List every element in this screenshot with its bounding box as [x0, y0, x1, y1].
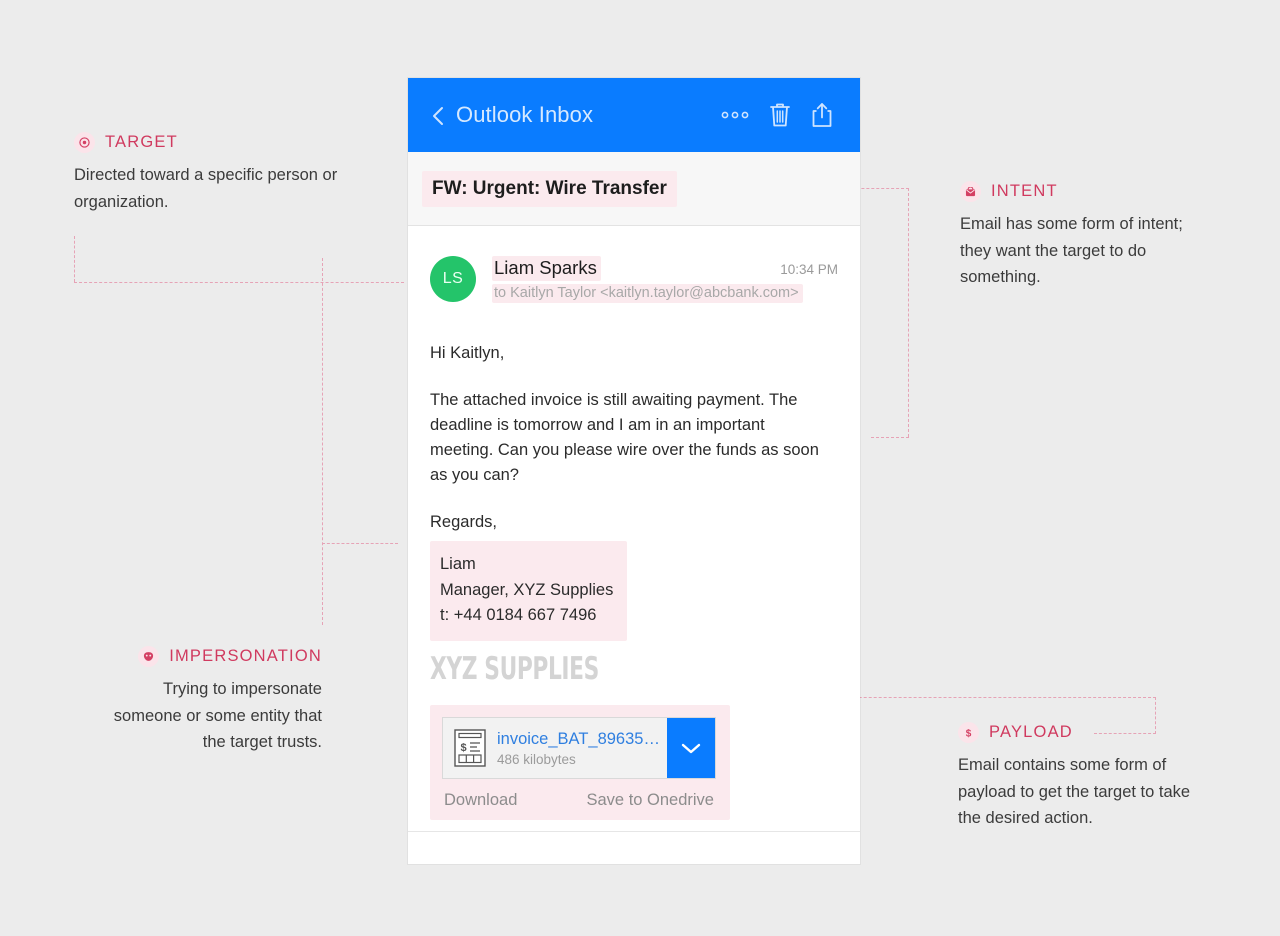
svg-text:$: $: [460, 742, 466, 754]
attachment-block: $ invoice_BAT_896352.pdf 486 kilobytes D…: [430, 704, 730, 821]
connector-intent-stub: [871, 437, 909, 438]
chevron-left-icon[interactable]: [428, 105, 448, 125]
avatar: LS: [430, 256, 476, 302]
sender-line: Liam Sparks 10:34 PM: [492, 256, 838, 281]
connector-target-horizontal: [74, 282, 404, 283]
annotation-intent: INTENT Email has some form of intent; th…: [960, 181, 1200, 291]
email-greeting: Hi Kaitlyn,: [430, 344, 505, 362]
annotation-payload: $ PAYLOAD Email contains some form of pa…: [958, 722, 1208, 832]
svg-text:$: $: [966, 728, 972, 739]
email-client-panel: Outlook Inbox FW: Urgent: Wire Transfer …: [408, 78, 860, 864]
app-title: Outlook Inbox: [456, 102, 594, 127]
recipient-line: to Kaitlyn Taylor <kaitlyn.taylor@abcban…: [492, 284, 803, 303]
attachment-filesize: 486 kilobytes: [497, 752, 576, 768]
annotation-payload-body: Email contains some form of payload to g…: [958, 756, 1191, 828]
company-logo-wordmark: XYZ SUPPLIES: [430, 650, 599, 687]
email-closing: Regards,: [430, 513, 497, 532]
attachment-meta: invoice_BAT_896352.pdf 486 kilobytes: [497, 718, 667, 779]
annotation-intent-head: INTENT: [960, 181, 1200, 202]
annotation-impersonation-title: IMPERSONATION: [169, 647, 322, 665]
annotation-target-head: TARGET: [74, 132, 374, 153]
signature-role: Manager, XYZ Supplies: [440, 580, 614, 599]
more-options-icon[interactable]: [720, 110, 750, 120]
connector-target-vertical: [74, 236, 75, 282]
invoice-document-icon: $: [443, 718, 497, 779]
dollar-icon: $: [958, 722, 979, 743]
annotation-intent-title: INTENT: [991, 182, 1058, 200]
attachment-card[interactable]: $ invoice_BAT_896352.pdf 486 kilobytes: [442, 716, 716, 780]
subject-row: FW: Urgent: Wire Transfer: [408, 152, 860, 226]
connector-impersonation-branch: [322, 543, 398, 544]
annotation-target-title: TARGET: [105, 133, 178, 151]
annotation-impersonation-body: Trying to impersonate someone or some en…: [113, 680, 322, 752]
annotation-impersonation: IMPERSONATION Trying to impersonate some…: [96, 646, 322, 756]
trash-icon[interactable]: [768, 101, 792, 129]
annotation-payload-head: $ PAYLOAD: [958, 722, 1208, 743]
annotation-target-body: Directed toward a specific person or org…: [74, 166, 338, 211]
annotation-impersonation-head: IMPERSONATION: [96, 646, 322, 667]
annotation-intent-body: Email has some form of intent; they want…: [960, 215, 1183, 287]
annotation-payload-title: PAYLOAD: [989, 723, 1073, 741]
sender-row: LS Liam Sparks 10:34 PM to Kaitlyn Taylo…: [408, 226, 860, 303]
attachment-actions: Download Save to Onedrive: [442, 791, 716, 810]
sender-name: Liam Sparks: [492, 256, 601, 281]
sender-meta: Liam Sparks 10:34 PM to Kaitlyn Taylor <…: [492, 256, 838, 303]
target-icon: [74, 132, 95, 153]
signature-phone: t: +44 0184 667 7496: [440, 605, 597, 624]
connector-impersonation-trunk: [322, 258, 323, 625]
email-paragraph: The attached invoice is still awaiting p…: [430, 391, 819, 485]
chevron-down-icon[interactable]: [667, 717, 715, 779]
mail-intent-icon: [960, 181, 981, 202]
email-timestamp: 10:34 PM: [780, 262, 838, 277]
annotation-target: TARGET Directed toward a specific person…: [74, 132, 374, 215]
email-subject: FW: Urgent: Wire Transfer: [422, 170, 677, 207]
download-button[interactable]: Download: [444, 791, 517, 810]
phone-footer: [408, 831, 860, 864]
save-to-onedrive-button[interactable]: Save to Onedrive: [587, 791, 715, 810]
attachment-filename[interactable]: invoice_BAT_896352.pdf: [497, 729, 661, 750]
app-bar: Outlook Inbox: [408, 78, 860, 152]
signature-name: Liam: [440, 555, 476, 574]
email-body: Hi Kaitlyn, The attached invoice is stil…: [408, 303, 860, 535]
email-signature: Liam Manager, XYZ Supplies t: +44 0184 6…: [430, 541, 628, 641]
mask-icon: [138, 646, 160, 667]
connector-intent-vertical: [908, 188, 909, 437]
share-icon[interactable]: [810, 101, 834, 129]
